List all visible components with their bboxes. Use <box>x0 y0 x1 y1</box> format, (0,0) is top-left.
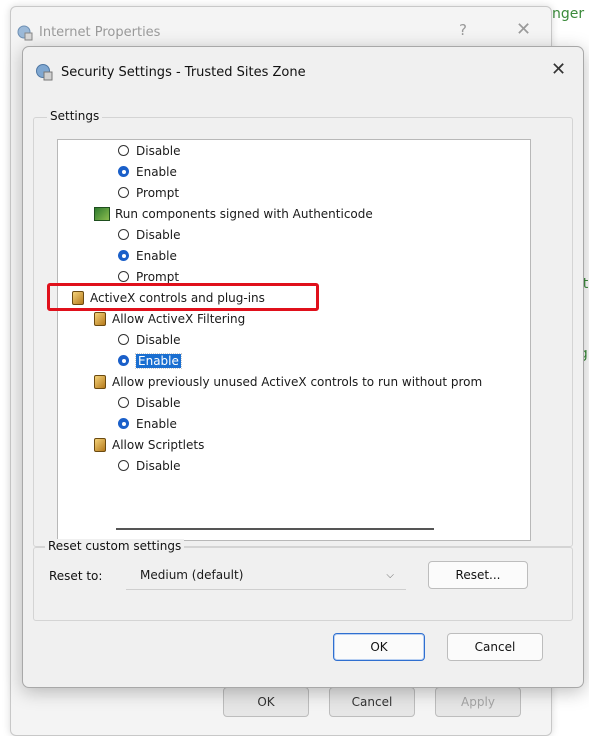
list-item: Run components signed with Authenticode <box>94 203 373 224</box>
option-label: Prompt <box>136 185 180 200</box>
apply-button[interactable]: Apply <box>435 687 521 717</box>
radio-button[interactable] <box>118 397 129 408</box>
security-settings-icon <box>36 64 53 81</box>
option-label: Enable <box>136 416 177 431</box>
cancel-button[interactable]: Cancel <box>329 687 415 717</box>
setting-label: Allow ActiveX Filtering <box>112 311 246 326</box>
setting-icon <box>94 437 106 452</box>
list-item[interactable]: Enable <box>118 161 177 182</box>
settings-group-label: Settings <box>47 109 103 123</box>
chevron-down-icon: ⌵ <box>386 569 394 581</box>
help-button[interactable]: ? <box>459 21 467 39</box>
dialog-cancel-button[interactable]: Cancel <box>447 633 543 661</box>
dialog-close-button[interactable]: ✕ <box>551 59 566 80</box>
list-item[interactable]: Disable <box>118 392 181 413</box>
option-label: Enable <box>136 164 177 179</box>
radio-button[interactable] <box>118 271 129 282</box>
dialog-title: Security Settings - Trusted Sites Zone <box>61 65 306 80</box>
list-item: Allow ActiveX Filtering <box>94 308 245 329</box>
setting-icon <box>94 374 106 389</box>
radio-button[interactable] <box>118 460 129 471</box>
radio-button[interactable] <box>118 187 129 198</box>
radio-button[interactable] <box>118 418 129 429</box>
list-item: Allow Scriptlets <box>94 434 204 455</box>
setting-icon <box>94 311 106 326</box>
radio-button[interactable] <box>118 229 129 240</box>
option-label: Disable <box>136 332 181 347</box>
list-item[interactable]: Enable <box>118 413 177 434</box>
list-item[interactable]: Disable <box>118 455 181 476</box>
radio-button[interactable] <box>118 145 129 156</box>
horizontal-scrollbar[interactable] <box>116 528 434 530</box>
list-item[interactable]: Disable <box>118 140 181 161</box>
settings-list[interactable]: Disable Enable Prompt Run components sig… <box>57 139 531 541</box>
ok-button[interactable]: OK <box>223 687 309 717</box>
radio-button[interactable] <box>118 334 129 345</box>
highlight-box <box>47 283 319 311</box>
reset-to-value: Medium (default) <box>140 568 244 582</box>
reset-to-dropdown[interactable]: Medium (default) ⌵ <box>126 561 406 590</box>
bg-text-fragment: nger <box>552 6 585 22</box>
setting-label: Allow Scriptlets <box>112 437 205 452</box>
dialog-ok-button[interactable]: OK <box>333 633 425 661</box>
security-settings-dialog: Security Settings - Trusted Sites Zone ✕… <box>22 46 584 688</box>
option-label: Prompt <box>136 269 180 284</box>
list-item[interactable]: Prompt <box>118 182 179 203</box>
option-label-selected: Enable <box>135 352 182 369</box>
window-title: Internet Properties <box>39 25 161 40</box>
list-item[interactable]: Disable <box>118 224 181 245</box>
setting-label: Allow previously unused ActiveX controls… <box>112 374 483 389</box>
reset-group-label: Reset custom settings <box>45 539 185 553</box>
option-label: Enable <box>136 248 177 263</box>
list-item[interactable]: Enable <box>118 350 182 371</box>
reset-to-label: Reset to: <box>49 569 103 583</box>
list-item[interactable]: Disable <box>118 329 181 350</box>
list-item: Allow previously unused ActiveX controls… <box>94 371 482 392</box>
option-label: Disable <box>136 143 181 158</box>
certificate-icon <box>94 206 110 221</box>
radio-button[interactable] <box>118 166 129 177</box>
radio-button[interactable] <box>118 250 129 261</box>
setting-label: Run components signed with Authenticode <box>115 206 373 221</box>
list-item[interactable]: Enable <box>118 245 177 266</box>
option-label: Disable <box>136 395 181 410</box>
reset-button[interactable]: Reset... <box>428 561 528 589</box>
close-button[interactable]: ✕ <box>516 19 531 40</box>
radio-button[interactable] <box>118 355 129 366</box>
option-label: Disable <box>136 458 181 473</box>
option-label: Disable <box>136 227 181 242</box>
internet-options-icon <box>17 25 33 41</box>
